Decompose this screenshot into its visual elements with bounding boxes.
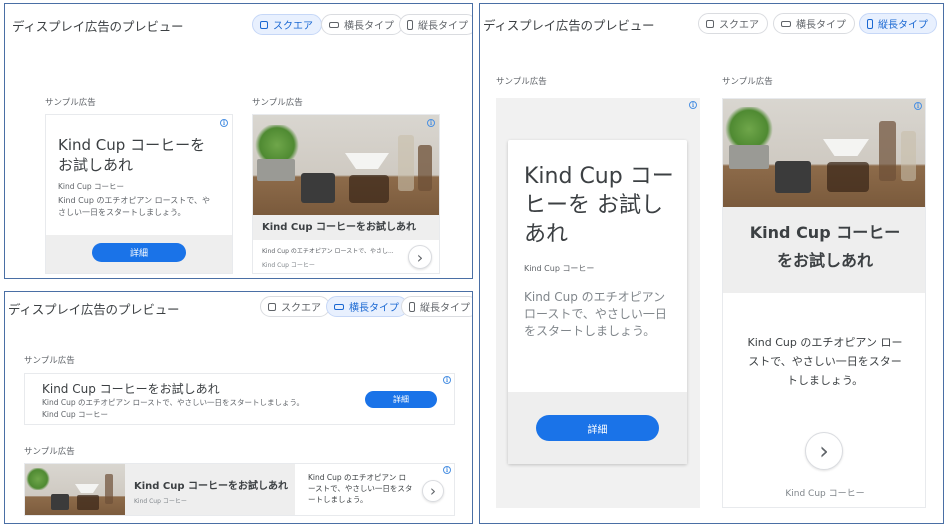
tab-square[interactable]: スクエア bbox=[252, 14, 322, 35]
chevron-right-icon[interactable]: › bbox=[408, 245, 432, 269]
ad-headline: Kind Cup コーヒーを お試しあれ bbox=[58, 136, 206, 174]
ad-description: Kind Cup のエチオピアン ローストで、やさしい一日をスタートしましょう。 bbox=[308, 473, 413, 504]
tab-portrait[interactable]: 縦長タイプ bbox=[401, 296, 472, 317]
ad-description: Kind Cup のエチオピアン ローストで、やさしい一日をスタートしましょう。 bbox=[42, 398, 304, 407]
portrait-icon bbox=[867, 18, 873, 29]
preview-panel-landscape: ディスプレイ広告のプレビュー スクエア 横長タイプ 縦長タイプ サンプル広告 i… bbox=[4, 291, 473, 524]
details-button[interactable]: 詳細 bbox=[92, 243, 186, 262]
tab-portrait[interactable]: 縦長タイプ bbox=[399, 14, 472, 35]
landscape-image-ad[interactable]: Kind Cup コーヒーをお試しあれ Kind Cup コーヒー Kind C… bbox=[24, 463, 455, 516]
panel-title: ディスプレイ広告のプレビュー bbox=[12, 19, 184, 34]
landscape-icon bbox=[334, 303, 344, 310]
square-image-ad[interactable]: i Kind Cup コーヒーをお試しあれ Kind Cup のエチオピアン ロ… bbox=[252, 114, 440, 274]
sample-ad-label: サンプル広告 bbox=[252, 98, 303, 108]
details-button[interactable]: 詳細 bbox=[365, 391, 437, 408]
ad-info-icon[interactable]: i bbox=[443, 376, 451, 384]
sample-ad-label: サンプル広告 bbox=[496, 77, 547, 87]
portrait-icon bbox=[407, 19, 413, 30]
square-text-ad[interactable]: i Kind Cup コーヒーを お試しあれ Kind Cup コーヒー Kin… bbox=[45, 114, 233, 274]
tab-landscape[interactable]: 横長タイプ bbox=[326, 296, 408, 317]
details-button[interactable]: 詳細 bbox=[536, 415, 659, 441]
ad-headline: Kind Cup コーヒーをお試しあれ bbox=[42, 382, 220, 396]
chevron-right-icon[interactable]: › bbox=[805, 432, 843, 470]
ad-headline: Kind Cup コーヒーをお試しあれ bbox=[253, 215, 439, 240]
landscape-text-ad[interactable]: i Kind Cup コーヒーをお試しあれ Kind Cup のエチオピアン ロ… bbox=[24, 373, 455, 425]
ad-info-icon[interactable]: i bbox=[914, 102, 922, 110]
ad-info-icon[interactable]: i bbox=[443, 466, 451, 474]
landscape-icon bbox=[781, 20, 791, 27]
ad-headline: Kind Cup コーヒーをお試しあれ bbox=[134, 481, 289, 492]
tab-landscape[interactable]: 横長タイプ bbox=[773, 13, 855, 34]
preview-panel-square: ディスプレイ広告のプレビュー スクエア 横長タイプ 縦長タイプ サンプル広告 i… bbox=[4, 3, 473, 279]
portrait-text-ad[interactable]: i Kind Cup コーヒーを お試しあれ Kind Cup コーヒー Kin… bbox=[496, 98, 700, 508]
ad-description: Kind Cup のエチオピアン ローストで、やさしい一日をスタートしましょう。 bbox=[524, 290, 667, 338]
square-icon bbox=[260, 20, 268, 29]
ad-info-icon[interactable]: i bbox=[689, 101, 697, 109]
ad-headline: Kind Cup コーヒーを お試しあれ bbox=[524, 164, 674, 247]
ad-headline: Kind Cup コーヒーをお試しあれ bbox=[749, 223, 901, 270]
ad-brand: Kind Cup コーヒー bbox=[785, 489, 865, 499]
portrait-image-ad[interactable]: i Kind Cup コーヒーをお試しあれ Kind Cup のエチオピアン ロ… bbox=[722, 98, 926, 508]
square-icon bbox=[706, 19, 714, 28]
landscape-icon bbox=[329, 21, 339, 28]
ad-description: Kind Cup のエチオピアン ローストで、やさしい一日をスタートしましょう。 bbox=[58, 196, 210, 217]
ad-description: Kind Cup のエチオピアン ローストで、やさしい一日をスタートしましょう。 bbox=[747, 336, 903, 387]
coffee-photo bbox=[25, 464, 125, 515]
ad-brand: Kind Cup コーヒー bbox=[524, 264, 595, 273]
coffee-photo bbox=[723, 99, 925, 207]
sample-ad-label: サンプル広告 bbox=[722, 77, 773, 87]
square-icon bbox=[268, 302, 276, 311]
tab-square[interactable]: スクエア bbox=[260, 296, 330, 317]
tab-landscape[interactable]: 横長タイプ bbox=[321, 14, 403, 35]
ad-info-icon[interactable]: i bbox=[427, 119, 435, 127]
tab-portrait[interactable]: 縦長タイプ bbox=[859, 13, 937, 34]
ad-info-icon[interactable]: i bbox=[220, 119, 228, 127]
ad-brand: Kind Cup コーヒー bbox=[42, 410, 109, 419]
sample-ad-label: サンプル広告 bbox=[45, 98, 96, 108]
ad-brand: Kind Cup コーヒー bbox=[58, 182, 125, 191]
chevron-right-icon[interactable]: › bbox=[422, 480, 444, 502]
ad-brand: Kind Cup コーヒー bbox=[134, 498, 187, 505]
ad-brand: Kind Cup コーヒー bbox=[262, 262, 315, 269]
sample-ad-label: サンプル広告 bbox=[24, 447, 75, 457]
coffee-photo bbox=[253, 115, 439, 215]
panel-title: ディスプレイ広告のプレビュー bbox=[8, 302, 180, 317]
portrait-icon bbox=[409, 301, 415, 312]
sample-ad-label: サンプル広告 bbox=[24, 356, 75, 366]
panel-title: ディスプレイ広告のプレビュー bbox=[483, 18, 655, 33]
tab-square[interactable]: スクエア bbox=[698, 13, 768, 34]
ad-description: Kind Cup のエチオピアン ローストで、やさし... bbox=[262, 248, 394, 255]
preview-panel-portrait: ディスプレイ広告のプレビュー スクエア 横長タイプ 縦長タイプ サンプル広告 i… bbox=[479, 3, 944, 524]
